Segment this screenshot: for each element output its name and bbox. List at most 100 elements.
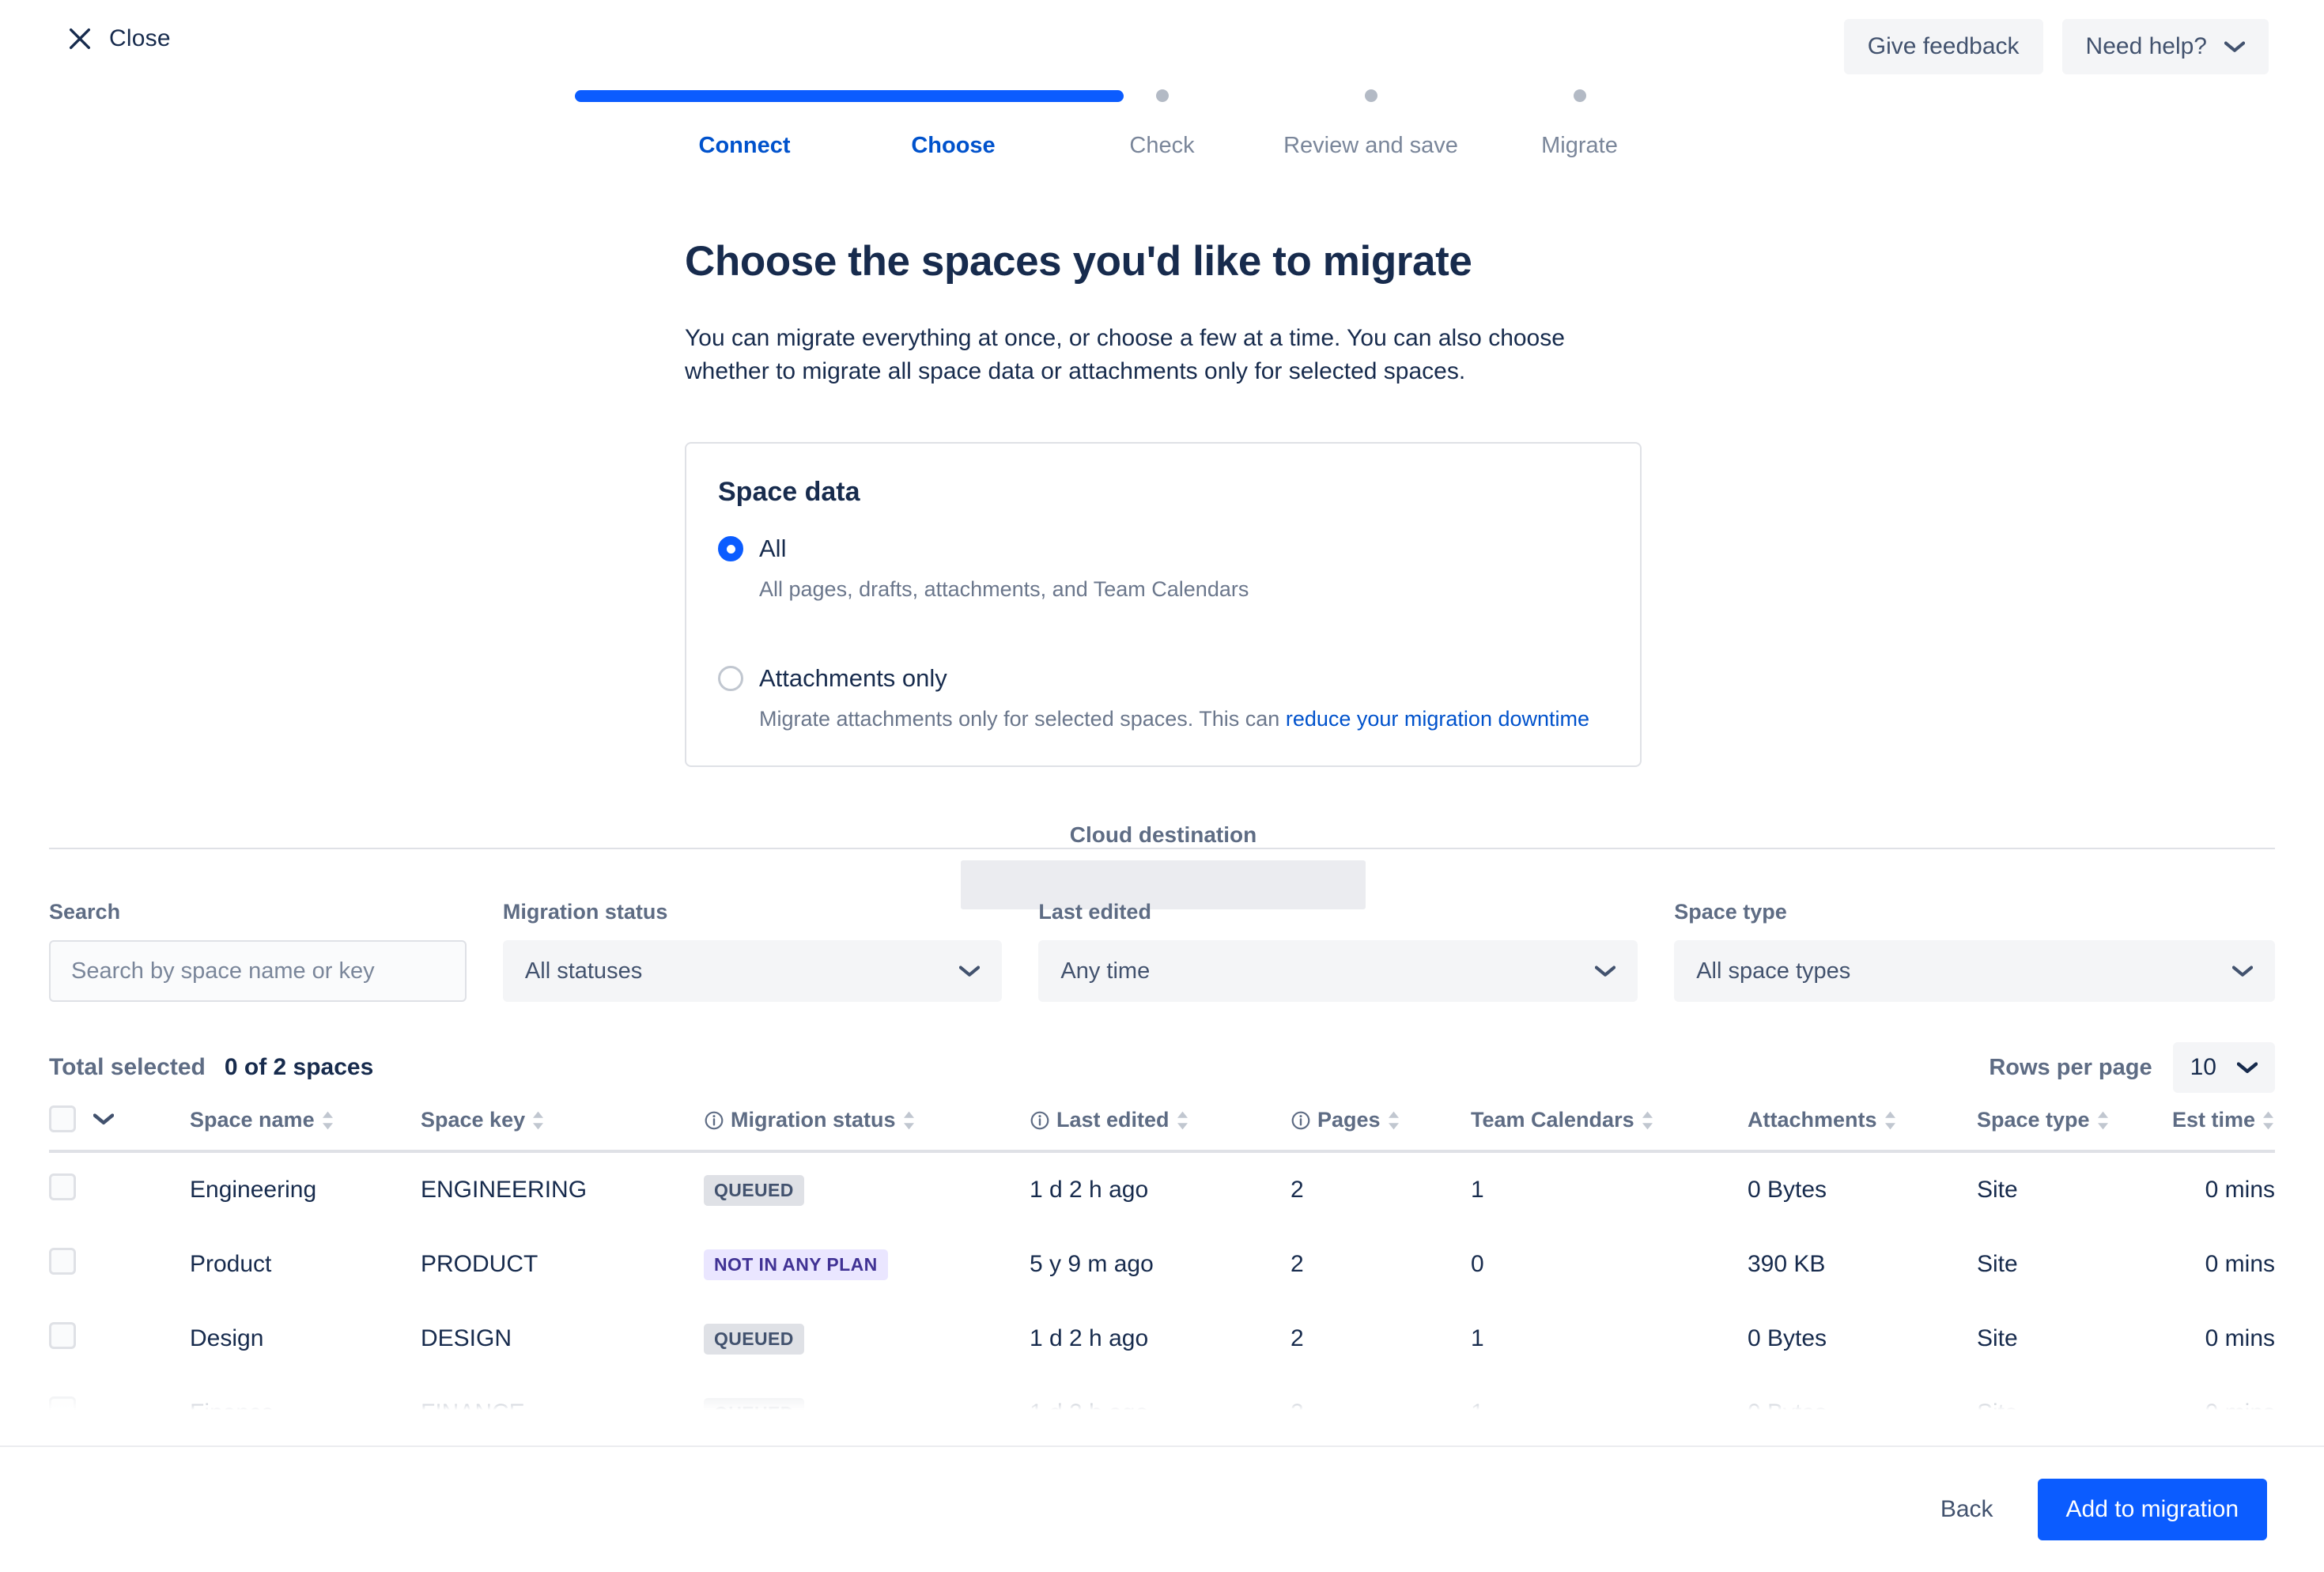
cell-space-key: DESIGN (421, 1325, 512, 1351)
sort-arrows-icon[interactable] (1884, 1110, 1897, 1131)
radio-attachments-only-help: Migrate attachments only for selected sp… (759, 704, 1608, 734)
table-header-migration-status[interactable]: Migration status (704, 1105, 1030, 1153)
cell-attachments: 390 KB (1748, 1251, 1826, 1277)
need-help-button[interactable]: Need help? (2061, 19, 2269, 74)
radio-attachments-only-label: Attachments only (759, 664, 947, 692)
stepper-dot-icon (1155, 89, 1169, 102)
sort-arrows-icon[interactable] (2262, 1110, 2275, 1131)
add-to-migration-button[interactable]: Add to migration (2037, 1479, 2267, 1540)
cell-est-time: 0 mins (2205, 1325, 2275, 1351)
cell-team-calendars: 1 (1471, 1325, 1484, 1351)
table-header-label: Last edited (1056, 1108, 1170, 1132)
radio-all-help: All pages, drafts, attachments, and Team… (759, 577, 1249, 601)
radio-option-attachments-only[interactable]: Attachments only Migrate attachments onl… (718, 664, 1608, 734)
page-title: Choose the spaces you'd like to migrate (685, 238, 1472, 285)
stepper-step-check[interactable]: Check (1068, 87, 1257, 159)
info-icon[interactable] (1290, 1110, 1311, 1131)
sort-arrows-icon[interactable] (1641, 1110, 1654, 1131)
cell-last-edited: 5 y 9 m ago (1030, 1251, 1154, 1277)
radio-all[interactable] (718, 536, 743, 561)
radio-all-label: All (759, 535, 787, 562)
cell-team-calendars: 0 (1471, 1251, 1484, 1277)
row-checkbox[interactable] (49, 1322, 76, 1349)
stepper-step-migrate[interactable]: Migrate (1485, 87, 1675, 159)
total-selected-label: Total selected (49, 1054, 206, 1080)
table-header-attachments[interactable]: Attachments (1748, 1105, 1977, 1153)
table-header-last-edited[interactable]: Last edited (1030, 1105, 1290, 1153)
space-type-label: Space type (1674, 900, 1787, 924)
space-type-value: All space types (1696, 958, 1851, 984)
cell-migration-status: QUEUED (704, 1376, 1030, 1423)
radio-option-all[interactable]: All All pages, drafts, attachments, and … (718, 535, 1608, 604)
status-badge: NOT IN ANY PLAN (704, 1249, 888, 1280)
cell-pages: 2 (1290, 1325, 1304, 1351)
select-all-checkbox[interactable] (49, 1105, 76, 1132)
sort-arrows-icon[interactable] (321, 1110, 334, 1131)
section-divider (49, 848, 2275, 849)
close-button[interactable]: Close (66, 25, 171, 52)
table-row[interactable]: Finance FINANCE QUEUED 1 d 2 h ago 2 1 0 Bytes… (49, 1376, 2275, 1423)
info-icon[interactable] (704, 1110, 724, 1131)
space-type-select[interactable]: All space types (1674, 940, 2275, 1002)
row-checkbox[interactable] (49, 1173, 76, 1200)
cell-migration-status: QUEUED (704, 1151, 1030, 1227)
row-select-cell (49, 1376, 190, 1423)
table-header-label: Est time (2171, 1108, 2255, 1132)
row-select-cell (49, 1302, 190, 1376)
table-row[interactable]: Design DESIGN QUEUED 1 d 2 h ago 2 1 0 Bytes Si… (49, 1302, 2275, 1376)
cell-space-name: Design (190, 1325, 264, 1351)
rows-per-page-select[interactable]: 10 (2172, 1042, 2275, 1093)
cell-last-edited: 1 d 2 h ago (1030, 1325, 1149, 1351)
rows-per-page: Rows per page 10 (1989, 1042, 2275, 1093)
cell-est-time: 0 mins (2205, 1400, 2275, 1423)
table-header-label: Space key (421, 1108, 526, 1132)
table-row[interactable]: Engineering ENGINEERING QUEUED 1 d 2 h ago 2… (49, 1151, 2275, 1227)
cell-space-type: Site (1977, 1177, 2018, 1203)
sort-arrows-icon[interactable] (2096, 1110, 2110, 1131)
migration-status-filter: Migration status All statuses (502, 900, 1003, 1002)
spaces-table-container[interactable]: Space name Space key Migration status Last … (49, 1105, 2275, 1423)
sort-arrows-icon[interactable] (1176, 1110, 1189, 1131)
cell-attachments: 0 Bytes (1748, 1400, 1827, 1423)
back-button[interactable]: Back (1920, 1482, 2014, 1537)
table-header-space-name[interactable]: Space name (190, 1105, 421, 1153)
table-header-label: Space type (1977, 1108, 2090, 1132)
table-header-label: Pages (1317, 1108, 1381, 1132)
stepper-step-choose[interactable]: Choose (859, 87, 1049, 159)
table-header-team-calendars[interactable]: Team Calendars (1471, 1105, 1748, 1153)
table-header-space-key[interactable]: Space key (421, 1105, 704, 1153)
footer-actions: Back Add to migration (0, 1447, 2324, 1572)
table-header-pages[interactable]: Pages (1290, 1105, 1471, 1153)
stepper-step-label: Connect (698, 133, 791, 158)
cell-migration-status: NOT IN ANY PLAN (704, 1227, 1030, 1302)
stepper-step-label: Choose (911, 133, 996, 158)
chevron-down-icon[interactable] (93, 1113, 114, 1125)
sort-arrows-icon[interactable] (902, 1110, 916, 1131)
sort-arrows-icon[interactable] (531, 1110, 545, 1131)
cell-space-name: Finance (190, 1400, 274, 1423)
row-checkbox[interactable] (49, 1248, 76, 1275)
table-row[interactable]: Product PRODUCT NOT IN ANY PLAN 5 y 9 m ago… (49, 1227, 2275, 1302)
close-label: Close (109, 25, 171, 51)
stepper-step-label: Migrate (1541, 133, 1618, 158)
search-input[interactable]: Search by space name or key (49, 940, 467, 1002)
give-feedback-button[interactable]: Give feedback (1843, 19, 2043, 74)
sort-arrows-icon[interactable] (1387, 1110, 1400, 1131)
space-data-title: Space data (718, 477, 860, 507)
radio-attachments-only[interactable] (718, 666, 743, 691)
cell-space-key: FINANCE (421, 1400, 525, 1423)
info-icon[interactable] (1030, 1110, 1050, 1131)
row-checkbox[interactable] (49, 1396, 76, 1423)
cell-migration-status: QUEUED (704, 1302, 1030, 1376)
migration-status-select[interactable]: All statuses (502, 940, 1003, 1002)
last-edited-select[interactable]: Any time (1038, 940, 1638, 1002)
cell-pages: 2 (1290, 1400, 1304, 1423)
table-header-est-time[interactable]: Est time (2172, 1105, 2275, 1153)
table-header-space-type[interactable]: Space type (1977, 1105, 2176, 1153)
main-content: Choose the spaces you'd like to migrate … (0, 237, 2324, 909)
stepper-step-review-and-save[interactable]: Review and save (1276, 87, 1466, 159)
chevron-down-icon (2224, 41, 2245, 52)
reduce-downtime-link[interactable]: reduce your migration downtime (1286, 707, 1589, 731)
chevron-down-icon (2237, 1062, 2258, 1074)
stepper-step-connect[interactable]: Connect (650, 87, 840, 159)
